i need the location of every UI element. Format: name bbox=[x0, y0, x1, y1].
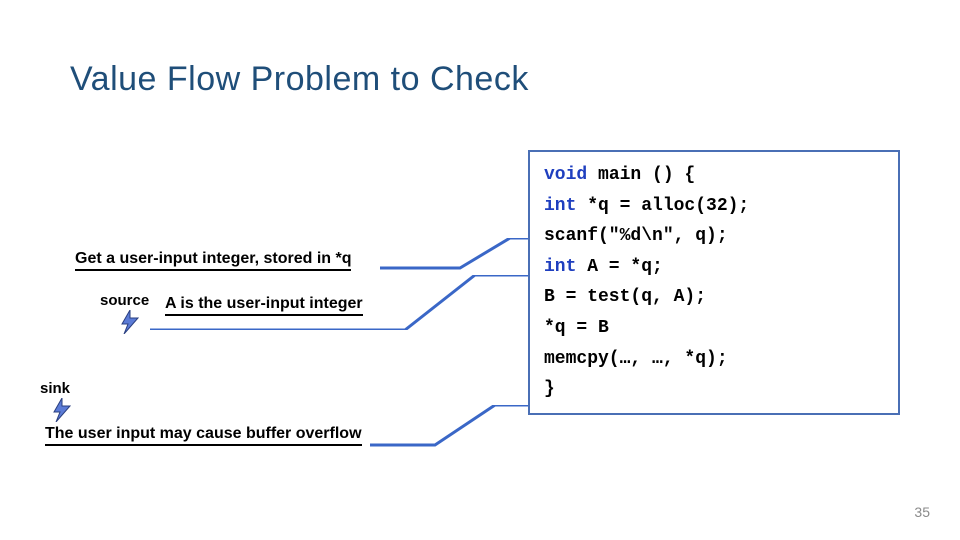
code-line: int A = *q; bbox=[544, 252, 884, 283]
annotation-scanf: Get a user-input integer, stored in *q bbox=[75, 250, 351, 271]
annotation-scanf-text: Get a user-input integer, stored in *q bbox=[75, 250, 351, 271]
keyword-int: int bbox=[544, 257, 576, 277]
code-text: } bbox=[544, 379, 555, 399]
code-text: memcpy(…, …, *q); bbox=[544, 349, 728, 369]
code-line: B = test(q, A); bbox=[544, 282, 884, 313]
annotation-memcpy: The user input may cause buffer overflow bbox=[45, 425, 362, 446]
code-text: *q = alloc(32); bbox=[576, 196, 749, 216]
code-text: A = *q; bbox=[576, 257, 662, 277]
annotation-memcpy-text: The user input may cause buffer overflow bbox=[45, 425, 362, 446]
code-text: main () { bbox=[587, 165, 695, 185]
slide-title: Value Flow Problem to Check bbox=[70, 60, 529, 99]
code-line: scanf("%d\n", q); bbox=[544, 221, 884, 252]
page-number: 35 bbox=[914, 504, 930, 520]
keyword-int: int bbox=[544, 196, 576, 216]
annotation-a: A is the user-input integer bbox=[165, 295, 363, 316]
code-line: int *q = alloc(32); bbox=[544, 191, 884, 222]
code-line: } bbox=[544, 374, 884, 405]
code-text: *q = B bbox=[544, 318, 609, 338]
sink-label: sink bbox=[40, 380, 70, 397]
code-line: *q = B bbox=[544, 313, 884, 344]
annotation-a-text: A is the user-input integer bbox=[165, 295, 363, 316]
lightning-icon bbox=[118, 310, 142, 334]
source-label: source bbox=[100, 292, 149, 309]
keyword-void: void bbox=[544, 165, 587, 185]
code-line: void main () { bbox=[544, 160, 884, 191]
code-text: B = test(q, A); bbox=[544, 287, 706, 307]
lightning-icon bbox=[50, 398, 74, 422]
code-block: void main () { int *q = alloc(32); scanf… bbox=[528, 150, 900, 415]
code-line: memcpy(…, …, *q); bbox=[544, 344, 884, 375]
code-text: scanf("%d\n", q); bbox=[544, 226, 728, 246]
